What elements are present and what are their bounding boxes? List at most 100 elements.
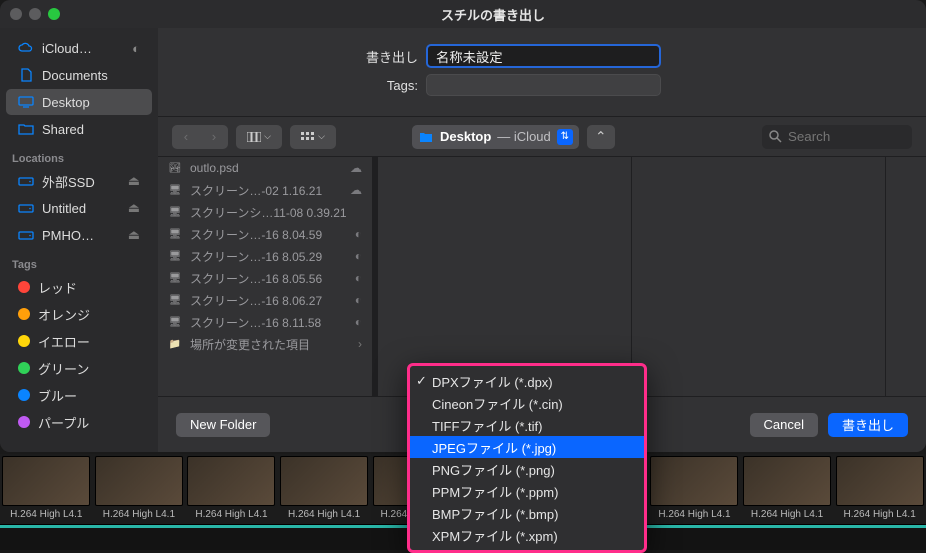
export-button[interactable]: 書き出し [828,413,908,437]
sidebar-heading-locations: Locations [0,143,158,167]
format-dropdown[interactable]: ✓ DPXファイル (*.dpx) Cineonファイル (*.cin)TIFFファ… [407,363,647,553]
sidebar-tag-オレンジ[interactable]: オレンジ [6,301,152,327]
location-popup[interactable]: Desktop — iCloud ⇅ [412,125,579,149]
search-icon [768,129,782,143]
file-row[interactable]: 🖥スクリーン…-16 8.05.29◐ [158,245,372,267]
close-icon[interactable] [10,8,22,20]
tag-dot-icon [18,308,30,320]
sidebar-item-label: Desktop [42,95,90,110]
sidebar-item-label: パープル [38,413,89,432]
clip-thumbnail[interactable]: H.264 High L4.1 [834,456,925,526]
sidebar-item-Untitled[interactable]: Untitled ⏏ [6,195,152,221]
sidebar-item-label: iCloud… [42,41,92,56]
new-folder-button[interactable]: New Folder [176,413,270,437]
thumbnail-image [187,456,275,506]
sidebar-item-icloud…[interactable]: iCloud…◐ [6,35,152,61]
thumbnail-label: H.264 High L4.1 [751,509,823,520]
sidebar-item-label: Untitled [42,201,86,216]
format-option-label: PNGファイル (*.png) [432,460,555,479]
column-browser: 🏞outlo.psd☁︎🖥スクリーン…-02 1.16.21☁︎🖥スクリーンシ…… [158,157,926,396]
browser-toolbar: ‹ › ⌵ ⌵ Desktop — iCloud ⇅ ⌃ [158,117,926,157]
view-columns-button[interactable]: ⌵ [236,125,282,149]
sidebar-item-label: グリーン [38,359,89,378]
format-option[interactable]: XPMファイル (*.xpm) [410,524,644,546]
zoom-icon[interactable] [48,8,60,20]
sidebar-tag-ブルー[interactable]: ブルー [6,382,152,408]
file-row[interactable]: 🖥スクリーンシ…11-08 0.39.21 [158,201,372,223]
clip-thumbnail[interactable]: H.264 High L4.1 [742,456,833,526]
sidebar-item-label: ブルー [38,386,77,405]
nav-back-button[interactable]: ‹ [172,125,200,149]
format-option[interactable]: JPEGファイル (*.jpg) [410,436,644,458]
sidebar-tag-イエロー[interactable]: イエロー [6,328,152,354]
sidebar-item-label: イエロー [38,332,90,351]
file-icon: 📁 [168,339,182,350]
collapse-button[interactable]: ⌃ [587,125,615,149]
clip-thumbnail[interactable]: H.264 High L4.1 [649,456,740,526]
clip-thumbnail[interactable]: H.264 High L4.1 [279,456,370,526]
format-option[interactable]: TIFFファイル (*.tif) [410,414,644,436]
thumbnail-label: H.264 High L4.1 [195,509,267,520]
filename-input[interactable] [426,44,661,68]
file-icon: 🖥 [168,317,182,328]
file-icon: 🖥 [168,207,182,218]
file-name: スクリーン…-16 8.06.27 [190,292,347,309]
tags-input[interactable] [426,74,661,96]
tag-dot-icon [18,389,30,401]
sidebar-item-documents[interactable]: Documents [6,62,152,88]
sidebar-item-desktop[interactable]: Desktop [6,89,152,115]
preview-column-1 [378,157,632,396]
file-row[interactable]: 🖥スクリーン…-16 8.05.56◐ [158,267,372,289]
thumbnail-image [2,456,90,506]
eject-icon[interactable]: ⏏ [128,200,140,216]
progress-icon: ◐ [355,293,362,307]
folder-icon [18,121,34,137]
file-row[interactable]: 🖥スクリーン…-02 1.16.21☁︎ [158,179,372,201]
minimize-icon[interactable] [29,8,41,20]
file-row[interactable]: 🖥スクリーン…-16 8.04.59◐ [158,223,372,245]
file-name: スクリーン…-16 8.05.29 [190,248,347,265]
progress-icon: ◐ [355,315,362,329]
sidebar-tag-レッド[interactable]: レッド [6,274,152,300]
cancel-button[interactable]: Cancel [750,413,818,437]
format-option-label: DPXファイル (*.dpx) [432,372,553,391]
search-input[interactable] [762,125,912,149]
nav-forward-button[interactable]: › [200,125,228,149]
tag-dot-icon [18,362,30,374]
eject-icon[interactable]: ⏏ [128,173,140,189]
file-row[interactable]: 📁場所が変更された項目› [158,333,372,355]
file-row[interactable]: 🏞outlo.psd☁︎ [158,157,372,179]
clip-thumbnail[interactable]: H.264 High L4.1 [1,456,92,526]
sidebar-tag-グリーン[interactable]: グリーン [6,355,152,381]
format-option[interactable]: PPMファイル (*.ppm) [410,480,644,502]
sidebar-item-PMHO…[interactable]: PMHO…⏏ [6,222,152,248]
format-option[interactable]: BMPファイル (*.bmp) [410,502,644,524]
folder-icon [418,129,434,145]
thumbnail-label: H.264 High L4.1 [658,509,730,520]
clip-thumbnail[interactable]: H.264 High L4.1 [94,456,185,526]
format-option-label: XPMファイル (*.xpm) [432,526,558,545]
sidebar-item-外部SSD[interactable]: 外部SSD⏏ [6,168,152,194]
file-name: 場所が変更された項目 [190,336,350,353]
dialog-title: スチルの書き出し [70,5,916,24]
thumbnail-label: H.264 High L4.1 [103,509,175,520]
file-name: outlo.psd [190,161,342,175]
sidebar-item-label: オレンジ [38,305,90,324]
format-option[interactable]: ✓ DPXファイル (*.dpx) [410,370,644,392]
format-option[interactable]: Cineonファイル (*.cin) [410,392,644,414]
sidebar-tag-パープル[interactable]: パープル [6,409,152,435]
file-row[interactable]: 🖥スクリーン…-16 8.11.58◐ [158,311,372,333]
cloud-icon [18,40,34,56]
sidebar-item-label: Shared [42,122,84,137]
group-by-button[interactable]: ⌵ [290,125,336,149]
eject-icon[interactable]: ⏏ [128,227,140,243]
file-row[interactable]: 🖥スクリーン…-16 8.06.27◐ [158,289,372,311]
check-icon: ✓ [416,373,427,389]
format-option-label: Cineonファイル (*.cin) [432,394,563,413]
cloud-download-icon: ☁︎ [350,161,362,175]
file-column: 🏞outlo.psd☁︎🖥スクリーン…-02 1.16.21☁︎🖥スクリーンシ…… [158,157,373,396]
format-option[interactable]: PNGファイル (*.png) [410,458,644,480]
clip-thumbnail[interactable]: H.264 High L4.1 [186,456,277,526]
sidebar-item-shared[interactable]: Shared [6,116,152,142]
preview-column-3 [886,157,926,396]
